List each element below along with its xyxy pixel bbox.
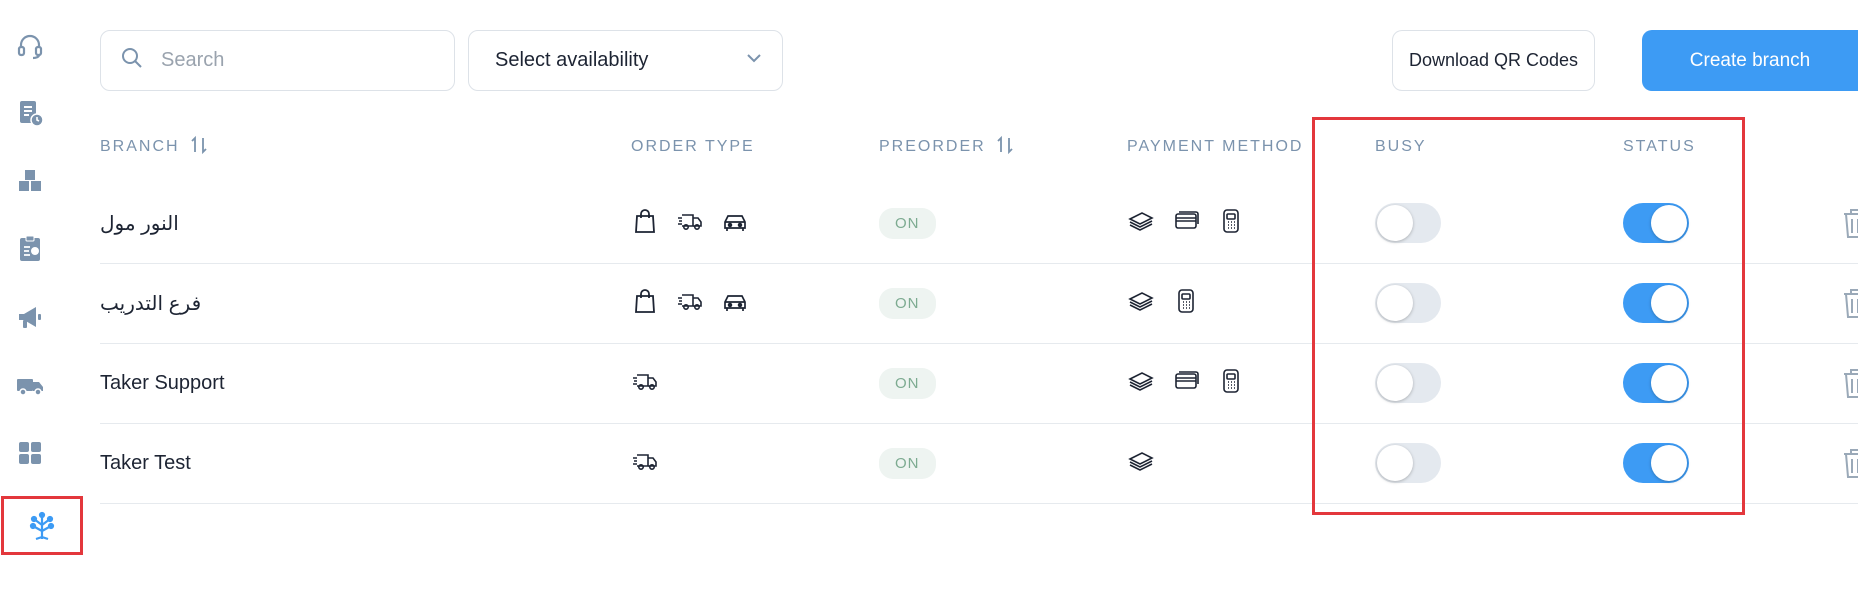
- toggle-knob: [1651, 445, 1687, 481]
- order-type-icons: [631, 343, 676, 423]
- toggle-knob: [1377, 445, 1413, 481]
- preorder-header-label: PREORDER: [879, 138, 986, 155]
- card-icon: [1172, 207, 1217, 240]
- busy-column-header: BUSY: [1375, 137, 1427, 157]
- preorder-column-header[interactable]: PREORDER: [879, 135, 1016, 157]
- create-branch-button[interactable]: Create branch: [1642, 30, 1858, 91]
- toggle-knob: [1651, 205, 1687, 241]
- branch-name[interactable]: فرع التدريب: [100, 263, 201, 343]
- table-row[interactable]: Taker Test ON: [100, 423, 1858, 503]
- trash-icon[interactable]: [1841, 343, 1858, 423]
- fast-delivery-icon: [676, 207, 721, 240]
- search-input[interactable]: [161, 49, 421, 72]
- car-icon: [721, 207, 766, 240]
- busy-header-label: BUSY: [1375, 138, 1427, 155]
- branch-header-label: BRANCH: [100, 138, 180, 155]
- toggle-knob: [1651, 365, 1687, 401]
- bag-icon: [631, 207, 676, 240]
- order-type-icons: [631, 263, 766, 343]
- payment-method-icons: [1127, 423, 1172, 503]
- car-icon: [721, 287, 766, 320]
- table-row[interactable]: النور مول ON: [100, 183, 1858, 263]
- fast-delivery-icon: [631, 447, 676, 480]
- card-icon: [1172, 367, 1217, 400]
- report-clipboard-icon[interactable]: [0, 229, 60, 269]
- busy-toggle[interactable]: [1375, 283, 1441, 323]
- trash-icon[interactable]: [1841, 423, 1858, 503]
- megaphone-icon[interactable]: [0, 297, 60, 337]
- toggle-knob: [1651, 285, 1687, 321]
- headset-icon[interactable]: [0, 26, 60, 66]
- trash-icon[interactable]: [1841, 263, 1858, 343]
- cash-icon: [1127, 367, 1172, 400]
- status-toggle[interactable]: [1623, 363, 1689, 403]
- cash-icon: [1127, 207, 1172, 240]
- preorder-status-badge: ON: [879, 207, 936, 239]
- busy-toggle[interactable]: [1375, 363, 1441, 403]
- trash-icon[interactable]: [1841, 183, 1858, 263]
- cash-icon: [1127, 447, 1172, 480]
- sort-icon[interactable]: [180, 134, 210, 161]
- payment-method-icons: [1127, 183, 1262, 263]
- toggle-knob: [1377, 205, 1413, 241]
- branch-name[interactable]: النور مول: [100, 183, 179, 263]
- status-toggle[interactable]: [1623, 443, 1689, 483]
- toggle-knob: [1377, 285, 1413, 321]
- pos-terminal-icon: [1217, 207, 1262, 240]
- branch-column-header[interactable]: BRANCH: [100, 135, 210, 157]
- status-toggle[interactable]: [1623, 283, 1689, 323]
- table-row[interactable]: فرع التدريب ON: [100, 263, 1858, 343]
- toggle-knob: [1377, 365, 1413, 401]
- chevron-down-icon: [744, 48, 764, 74]
- grid-icon[interactable]: [0, 433, 60, 473]
- branch-name[interactable]: Taker Support: [100, 343, 225, 423]
- table-row[interactable]: Taker Support ON: [100, 343, 1858, 423]
- order-type-icons: [631, 183, 766, 263]
- download-qr-codes-button[interactable]: Download QR Codes: [1392, 30, 1595, 91]
- payment-method-icons: [1127, 343, 1262, 423]
- busy-toggle[interactable]: [1375, 443, 1441, 483]
- availability-select-label: Select availability: [495, 49, 649, 71]
- availability-select[interactable]: Select availability: [468, 30, 783, 91]
- fast-delivery-icon: [676, 287, 721, 320]
- status-column-header: STATUS: [1623, 137, 1696, 157]
- order-type-column-header: ORDER TYPE: [631, 137, 755, 157]
- order-type-icons: [631, 423, 676, 503]
- preorder-status-badge: ON: [879, 367, 936, 399]
- sort-icon[interactable]: [986, 134, 1016, 161]
- cash-icon: [1127, 287, 1172, 320]
- fast-delivery-icon: [631, 367, 676, 400]
- search-box[interactable]: [100, 30, 455, 91]
- payment-method-icons: [1127, 263, 1217, 343]
- busy-toggle[interactable]: [1375, 203, 1441, 243]
- status-toggle[interactable]: [1623, 203, 1689, 243]
- pos-terminal-icon: [1172, 287, 1217, 320]
- preorder-status-badge: ON: [879, 287, 936, 319]
- sidebar: [0, 0, 83, 591]
- payment-method-header-label: PAYMENT METHOD: [1127, 138, 1304, 155]
- bag-icon: [631, 287, 676, 320]
- preorder-status-badge: ON: [879, 447, 936, 479]
- delivery-truck-icon[interactable]: [0, 365, 60, 405]
- orders-history-icon[interactable]: [0, 93, 60, 133]
- row-divider: [100, 503, 1858, 504]
- order-type-header-label: ORDER TYPE: [631, 138, 755, 155]
- pos-terminal-icon: [1217, 367, 1262, 400]
- search-icon: [119, 45, 145, 76]
- branch-tree-icon[interactable]: [1, 496, 83, 555]
- payment-method-column-header: PAYMENT METHOD: [1127, 137, 1303, 157]
- branch-name[interactable]: Taker Test: [100, 423, 191, 503]
- boxes-icon[interactable]: [0, 161, 60, 201]
- status-header-label: STATUS: [1623, 138, 1696, 155]
